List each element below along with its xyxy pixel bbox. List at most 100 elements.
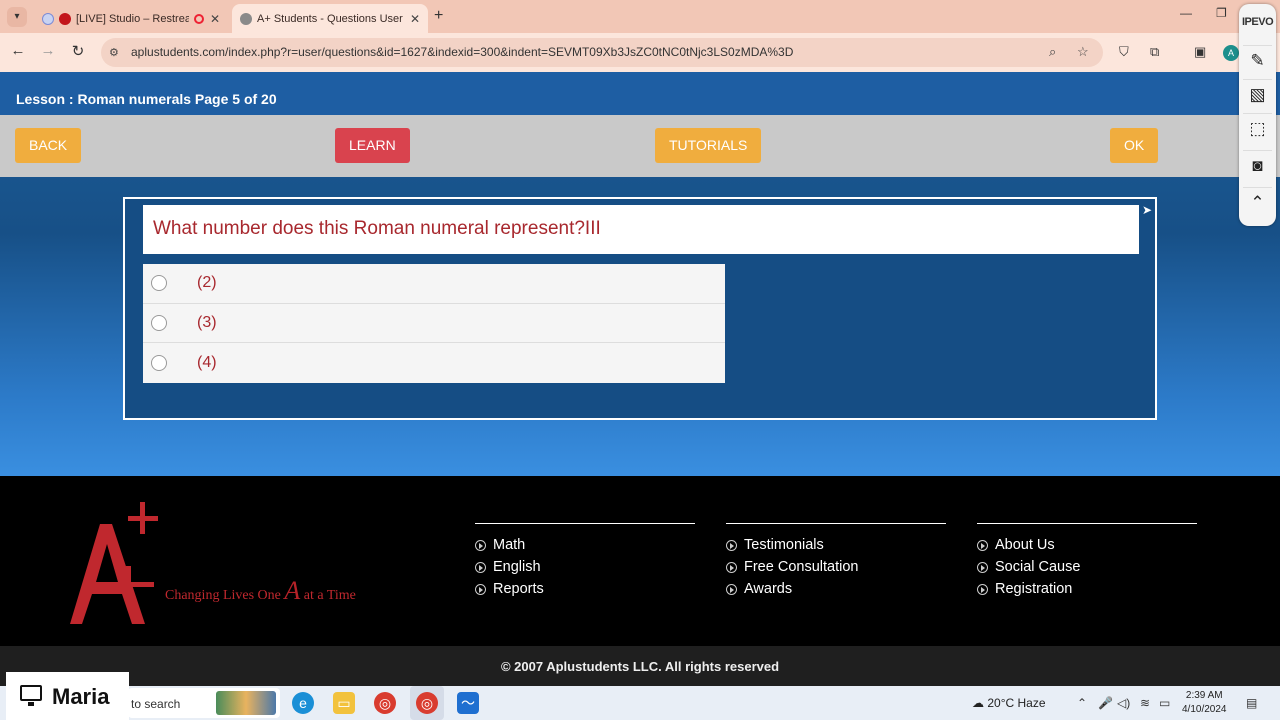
arrow-circle-icon xyxy=(475,561,486,573)
extensions-puzzle-icon[interactable]: ⧉ xyxy=(1150,44,1159,60)
clock-time: 2:39 AM xyxy=(1185,690,1223,701)
site-info-icon[interactable]: ⚙ xyxy=(109,46,119,59)
mouse-cursor-icon: ➤ xyxy=(1142,203,1153,217)
footer-link-label[interactable]: Free Consultation xyxy=(744,559,858,575)
arrow-circle-icon xyxy=(726,561,737,573)
footer-link-free-consultation[interactable]: Free Consultation xyxy=(726,556,946,578)
lesson-header: Lesson : Roman numerals Page 5 of 20 xyxy=(0,72,1280,115)
new-tab-button[interactable]: + xyxy=(434,7,443,25)
lesson-nav-bar: BACK LEARN TUTORIALS OK xyxy=(0,115,1280,177)
forward-arrow-icon[interactable]: → xyxy=(38,42,58,59)
footer-link-about-us[interactable]: About Us xyxy=(977,534,1197,556)
answer-option[interactable]: (3) xyxy=(143,304,725,343)
browser-tab-bar: ▾ [LIVE] Studio – Restream ✕ A+ Students… xyxy=(0,0,1280,33)
search-highlight-image xyxy=(216,691,276,715)
footer-link-label[interactable]: About Us xyxy=(995,537,1055,553)
close-tab-icon[interactable]: ✕ xyxy=(210,12,220,26)
tab-questions-user[interactable]: A+ Students - Questions User ✕ xyxy=(232,4,428,33)
answer-options: (2) (3) (4) xyxy=(143,264,725,383)
tray-chevron-up-icon[interactable]: ⌃ xyxy=(1077,696,1087,710)
radio-button[interactable] xyxy=(151,354,167,371)
tab-search-menu-button[interactable]: ▾ xyxy=(7,7,27,27)
globe-favicon-icon xyxy=(240,12,252,25)
minimize-window-icon[interactable]: — xyxy=(1180,6,1192,20)
footer-link-math[interactable]: Math xyxy=(475,534,695,556)
battery-icon[interactable]: ▭ xyxy=(1159,696,1170,710)
back-button[interactable]: BACK xyxy=(15,128,82,163)
url-text[interactable]: aplustudents.com/index.php?r=user/questi… xyxy=(131,45,793,59)
windows-taskbar: to search e ▭ ◎ ◎ 〜 ☁ 20°C Haze ⌃ 🎤 ◁) ≋… xyxy=(0,686,1280,720)
tab-title: A+ Students - Questions User xyxy=(257,12,403,25)
restream-favicon-icon xyxy=(42,12,54,25)
arrow-circle-icon xyxy=(977,561,988,573)
weather-temp: 20°C xyxy=(987,696,1015,710)
file-explorer-icon[interactable]: ▭ xyxy=(333,692,355,714)
answer-option[interactable]: (2) xyxy=(143,264,725,304)
answer-label[interactable]: (3) xyxy=(197,314,217,332)
footer-link-social-cause[interactable]: Social Cause xyxy=(977,556,1197,578)
arrow-circle-icon xyxy=(726,583,737,595)
tab-restream[interactable]: [LIVE] Studio – Restream ✕ xyxy=(34,4,228,33)
wifi-icon[interactable]: ≋ xyxy=(1140,696,1150,710)
back-arrow-icon[interactable]: ← xyxy=(8,42,28,59)
chrome-icon[interactable]: ◎ xyxy=(374,692,396,714)
whiteboard-app-icon[interactable]: 〜 xyxy=(457,692,479,714)
bookmark-star-icon[interactable]: ☆ xyxy=(1077,44,1089,60)
edge-browser-icon[interactable]: e xyxy=(292,692,314,714)
side-panel-icon[interactable]: ▣ xyxy=(1194,44,1206,60)
zoom-icon[interactable]: ⌕ xyxy=(1049,44,1056,60)
answer-option[interactable]: (4) xyxy=(143,343,725,383)
answer-label[interactable]: (4) xyxy=(197,354,217,372)
footer-link-testimonials[interactable]: Testimonials xyxy=(726,534,946,556)
radio-button[interactable] xyxy=(151,275,167,292)
ok-button[interactable]: OK xyxy=(1110,128,1159,163)
footer-link-label[interactable]: Social Cause xyxy=(995,559,1080,575)
reload-icon[interactable]: ↻ xyxy=(68,42,88,60)
answer-label[interactable]: (2) xyxy=(197,274,217,292)
profile-avatar[interactable]: A xyxy=(1223,45,1239,61)
radio-button[interactable] xyxy=(151,314,167,331)
chrome-active-icon[interactable]: ◎ xyxy=(416,692,438,714)
search-placeholder[interactable]: to search xyxy=(131,697,180,711)
taskbar-clock[interactable]: 2:39 AM 4/10/2024 xyxy=(1182,689,1227,717)
shield-extension-icon[interactable]: ⛉ xyxy=(1119,44,1129,60)
tab-title: [LIVE] Studio – Restream xyxy=(76,12,189,25)
arrow-circle-icon xyxy=(977,583,988,595)
screen-select-icon[interactable]: ⬚ xyxy=(1243,113,1272,142)
chevron-up-icon[interactable]: ⌃ xyxy=(1243,187,1272,216)
haze-icon: ☁ xyxy=(972,696,984,710)
footer-link-english[interactable]: English xyxy=(475,556,695,578)
address-bar[interactable]: ⚙ aplustudents.com/index.php?r=user/ques… xyxy=(101,38,1103,67)
footer-link-awards[interactable]: Awards xyxy=(726,578,946,600)
footer-column: About Us Social Cause Registration xyxy=(977,523,1197,600)
maximize-window-icon[interactable]: ❐ xyxy=(1216,6,1227,20)
tutorials-button[interactable]: TUTORIALS xyxy=(655,128,762,163)
learn-button[interactable]: LEARN xyxy=(335,128,410,163)
footer-link-label[interactable]: Testimonials xyxy=(744,537,824,553)
footer-link-label[interactable]: English xyxy=(493,559,541,575)
taskbar-search[interactable]: to search xyxy=(128,688,280,718)
a-plus-logo-icon xyxy=(70,502,158,624)
close-tab-icon[interactable]: ✕ xyxy=(410,12,420,26)
ipevo-logo: IPEVO xyxy=(1242,16,1274,28)
weather-desc: Haze xyxy=(1017,696,1046,710)
lesson-page: Lesson : Roman numerals Page 5 of 20 BAC… xyxy=(0,72,1280,476)
question-text: What number does this Roman numeral repr… xyxy=(143,205,1139,254)
footer-link-label[interactable]: Awards xyxy=(744,581,792,597)
footer-link-label[interactable]: Registration xyxy=(995,581,1072,597)
weather-widget[interactable]: ☁ 20°C Haze xyxy=(972,696,1046,710)
speaker-icon[interactable]: ◁) xyxy=(1117,696,1130,710)
footer-link-label[interactable]: Reports xyxy=(493,581,544,597)
footer-link-reports[interactable]: Reports xyxy=(475,578,695,600)
notification-icon[interactable]: ▤ xyxy=(1246,696,1257,710)
quiz-panel: What number does this Roman numeral repr… xyxy=(123,197,1157,420)
pen-annotate-icon[interactable]: ✎ xyxy=(1243,45,1272,74)
ipevo-toolbar: IPEVO ✎ ▧ ⬚ ◙ ⌃ xyxy=(1239,4,1276,226)
footer-column: Testimonials Free Consultation Awards xyxy=(726,523,946,600)
arrow-circle-icon xyxy=(726,539,737,551)
whiteboard-icon[interactable]: ▧ xyxy=(1243,79,1272,108)
microphone-icon[interactable]: 🎤 xyxy=(1098,696,1113,710)
camera-icon[interactable]: ◙ xyxy=(1243,150,1272,179)
footer-link-label[interactable]: Math xyxy=(493,537,525,553)
footer-link-registration[interactable]: Registration xyxy=(977,578,1197,600)
